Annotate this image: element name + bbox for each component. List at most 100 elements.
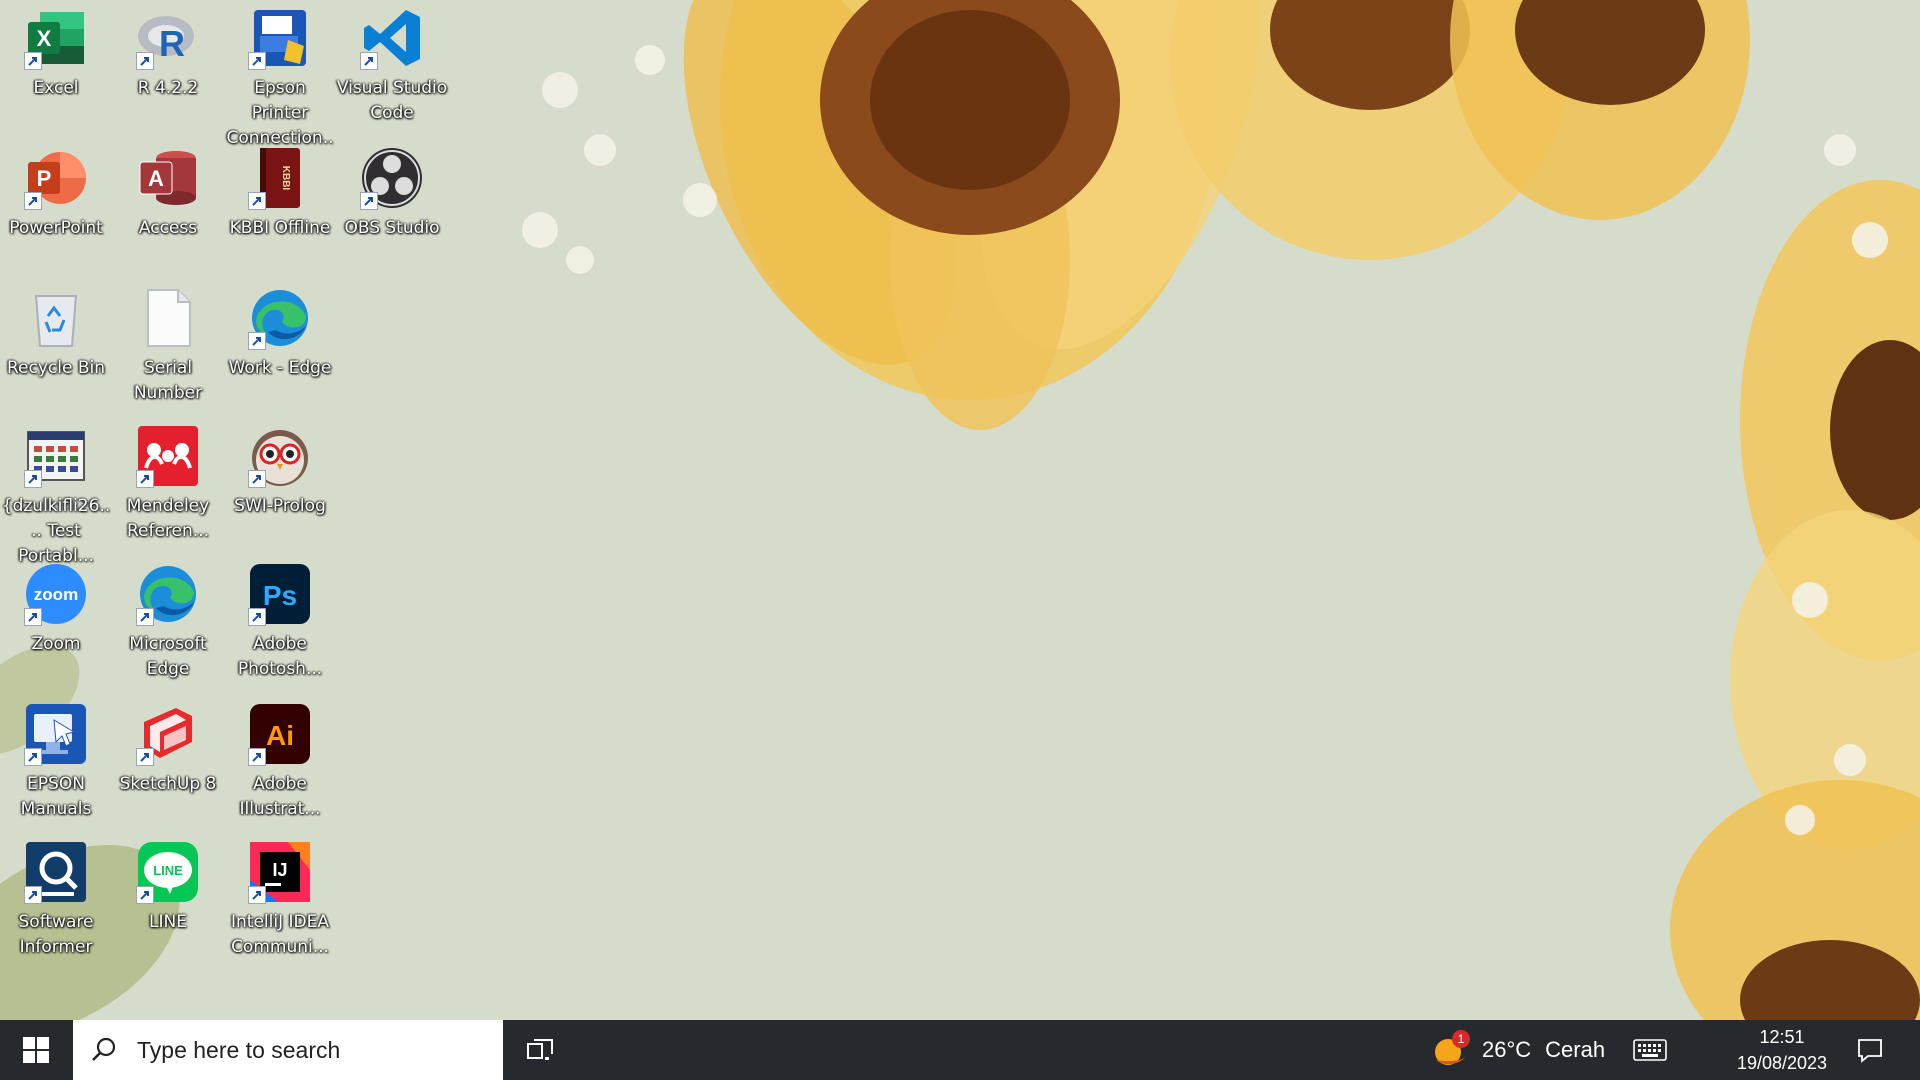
edge-icon [248,286,312,350]
shortcut-arrow-icon [248,332,266,350]
desktop-icon-adobe-photoshop[interactable]: Ps Adobe Photosh... [224,556,336,688]
desktop-icon-label: Mendeley Referen... [126,496,210,541]
shortcut-arrow-icon [136,608,154,626]
desktop-icon-sketchup[interactable]: SketchUp 8 [112,696,224,828]
text-file-icon [136,286,200,350]
excel-icon: X [24,6,88,70]
desktop-icon-label: Access [138,218,198,238]
svg-text:KBBI: KBBI [280,166,291,191]
software-informer-icon [24,840,88,904]
desktop-icon-label: KBBI Offline [229,218,331,238]
desktop-icon-label: SketchUp 8 [119,774,217,794]
windows-logo-icon [23,1037,49,1063]
shortcut-arrow-icon [24,192,42,210]
search-placeholder[interactable]: Type here to search [137,1037,340,1064]
desktop-icon-powerpoint[interactable]: P PowerPoint [0,140,112,272]
zoom-icon: zoom [24,562,88,626]
desktop-icon-swi-prolog[interactable]: SWI-Prolog [224,418,336,550]
shortcut-arrow-icon [248,192,266,210]
desktop-icon-label: Zoom [31,634,81,654]
intellij-idea-icon: IJ [248,840,312,904]
desktop-icon-microsoft-edge[interactable]: Microsoft Edge [112,556,224,688]
desktop-icon-mendeley[interactable]: Mendeley Referen... [112,418,224,550]
desktop-icon-label: Serial Number [133,358,203,403]
weather-widget[interactable]: 1 26°C Cerah [1432,1020,1605,1080]
keyboard-icon [1633,1039,1667,1061]
svg-text:X: X [37,26,52,51]
start-button[interactable] [0,1020,72,1080]
desktop-icon-test-portable[interactable]: {dzulkifli26.... Test Portabl... [0,418,112,566]
weather-notification-badge: 1 [1452,1030,1470,1048]
desktop-icon-zoom[interactable]: zoom Zoom [0,556,112,688]
shortcut-arrow-icon [248,886,266,904]
svg-text:Ps: Ps [263,580,297,611]
desktop-icon-recycle-bin[interactable]: Recycle Bin [0,280,112,412]
shortcut-arrow-icon [136,748,154,766]
desktop-icon-label: Software Informer [18,912,94,957]
photoshop-icon: Ps [248,562,312,626]
desktop-icon-access[interactable]: A Access [112,140,224,272]
swi-prolog-owl-icon [248,424,312,488]
powerpoint-icon: P [24,146,88,210]
desktop-icon-label: PowerPoint [9,218,103,238]
desktop-icon-label: Visual Studio Code [336,78,448,123]
shortcut-arrow-icon [136,886,154,904]
shortcut-arrow-icon [360,192,378,210]
desktop-icon-label: LINE [149,912,187,932]
desktop-icon-intellij-idea[interactable]: IJ IntelliJ IDEA Communi... [224,834,336,966]
task-view-button[interactable] [520,1020,560,1080]
desktop-icon-work-edge[interactable]: Work - Edge [224,280,336,412]
desktop-icon-obs-studio[interactable]: OBS Studio [336,140,448,272]
shortcut-arrow-icon [24,748,42,766]
desktop-icon-adobe-illustrator[interactable]: Ai Adobe Illustrat... [224,696,336,828]
search-icon [92,1037,116,1061]
desktop-icon-kbbi-offline[interactable]: KBBI KBBI Offline [224,140,336,272]
desktop-icon-line[interactable]: LINE LINE [112,834,224,966]
illustrator-icon: Ai [248,702,312,766]
desktop-icon-excel[interactable]: X Excel [0,0,112,132]
desktop[interactable]: X Excel R R 4.2.2 Epson Printer Connecti… [0,0,1920,1020]
desktop-icon-r[interactable]: R R 4.2.2 [112,0,224,132]
desktop-icon-epson-manuals[interactable]: EPSON Manuals [0,696,112,828]
desktop-icon-software-informer[interactable]: Software Informer [0,834,112,966]
desktop-icon-label: R 4.2.2 [137,78,199,98]
desktop-icon-serial-number[interactable]: Serial Number [112,280,224,412]
weather-condition: Cerah [1545,1037,1606,1062]
desktop-icon-label: OBS Studio [344,218,440,238]
shortcut-arrow-icon [248,748,266,766]
svg-text:LINE: LINE [153,863,183,878]
svg-text:Ai: Ai [266,720,294,751]
action-center-button[interactable] [1850,1020,1890,1080]
shortcut-arrow-icon [248,470,266,488]
clock-time: 12:51 [1759,1027,1805,1047]
obs-studio-icon [360,146,424,210]
sketchup-icon [136,702,200,766]
recycle-bin-icon [24,286,88,350]
shortcut-arrow-icon [24,608,42,626]
desktop-icon-vscode[interactable]: Visual Studio Code [336,0,448,132]
desktop-icon-label: Work - Edge [228,358,332,378]
r-language-icon: R [136,6,200,70]
desktop-icon-epson-printer-connection[interactable]: Epson Printer Connection... [224,0,336,173]
shortcut-arrow-icon [24,470,42,488]
access-icon: A [136,146,200,210]
desktop-icon-label: Recycle Bin [6,358,105,378]
touch-keyboard-button[interactable] [1630,1020,1670,1080]
desktop-icon-label: Adobe Illustrat... [239,774,321,819]
taskbar-search-box[interactable]: Type here to search [73,1020,503,1080]
shortcut-arrow-icon [248,608,266,626]
taskbar-clock[interactable]: 12:51 19/08/2023 [1730,1020,1834,1080]
notification-icon [1858,1039,1882,1063]
epson-printer-icon [248,6,312,70]
shortcut-arrow-icon [360,52,378,70]
desktop-icon-label: Excel [33,78,79,98]
line-app-icon: LINE [136,840,200,904]
taskbar: Type here to search 1 26°C Cerah 12:51 1… [0,1020,1920,1080]
shortcut-arrow-icon [24,886,42,904]
edge-icon [136,562,200,626]
weather-sun-icon: 1 [1432,1030,1472,1070]
clock-date: 19/08/2023 [1736,1053,1828,1073]
shortcut-arrow-icon [24,52,42,70]
mendeley-icon [136,424,200,488]
svg-text:IJ: IJ [272,860,287,880]
